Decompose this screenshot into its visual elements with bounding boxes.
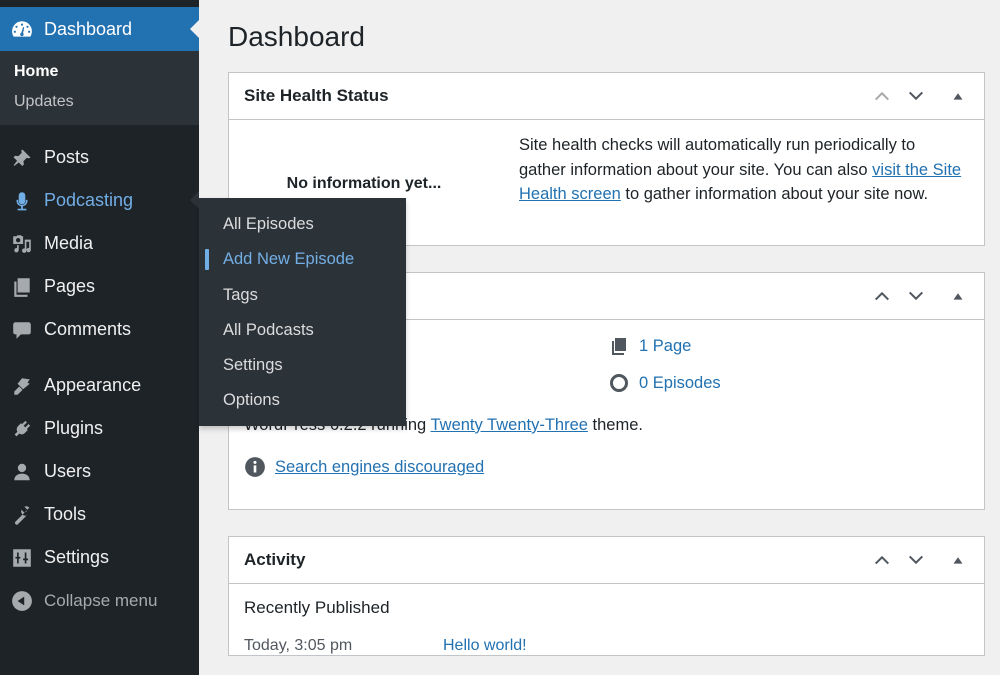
activity-item: Today, 3:05 pm Hello world! [244, 637, 969, 655]
episodes-count-link[interactable]: 0 Episodes [609, 373, 721, 393]
chevron-up-icon [874, 555, 890, 565]
sidebar-item-label: Users [44, 461, 92, 481]
sidebar-item-label: Settings [44, 547, 110, 567]
sidebar-item-label: Appearance [44, 375, 142, 395]
user-icon [10, 460, 34, 484]
collapse-menu-label: Collapse menu [44, 590, 158, 610]
widget-handles [871, 85, 969, 107]
sidebar-item-label: Media [44, 233, 94, 253]
move-up-button[interactable] [871, 85, 893, 107]
theme-suffix: theme. [587, 416, 643, 434]
sidebar-item-pages[interactable]: Pages [0, 265, 199, 308]
sidebar-item-label: Pages [44, 276, 96, 296]
chevron-up-icon [874, 291, 890, 301]
post-link[interactable]: Hello world! [443, 637, 527, 655]
episodes-count: 0 Episodes [639, 373, 721, 392]
dashboard-submenu: Home Updates [0, 51, 199, 125]
comment-bubble-icon [10, 318, 34, 342]
move-down-button[interactable] [905, 549, 927, 571]
plug-icon [10, 417, 34, 441]
move-up-button[interactable] [871, 285, 893, 307]
flyout-item-all-episodes[interactable]: All Episodes [199, 207, 406, 242]
flyout-item-tags[interactable]: Tags [199, 278, 406, 313]
chevron-down-icon [908, 291, 924, 301]
pushpin-icon [10, 146, 34, 170]
sidebar-item-label: Dashboard [44, 18, 133, 39]
caret-up-icon [953, 93, 963, 100]
toggle-panel-button[interactable] [947, 549, 969, 571]
caret-up-icon [953, 557, 963, 564]
sidebar-item-settings[interactable]: Settings [0, 536, 199, 579]
toggle-panel-button[interactable] [947, 285, 969, 307]
collapse-menu-button[interactable]: Collapse menu [0, 579, 199, 622]
sidebar-item-plugins[interactable]: Plugins [0, 407, 199, 450]
topbar-strip [0, 0, 199, 7]
chevron-up-icon [874, 91, 890, 101]
menu-separator [0, 125, 199, 136]
move-up-button[interactable] [871, 549, 893, 571]
flyout-item-add-new-episode[interactable]: Add New Episode [199, 242, 406, 277]
widget-handles [871, 285, 969, 307]
widget-handles [871, 549, 969, 571]
activity-widget: Activity Recently Published Today, 3:05 … [228, 536, 985, 656]
admin-sidebar: Dashboard Home Updates Posts Podcasting … [0, 0, 199, 675]
sidebar-item-posts[interactable]: Posts [0, 136, 199, 179]
pages-icon [10, 275, 34, 299]
microphone-icon [10, 189, 34, 213]
sidebar-item-media[interactable]: Media [0, 222, 199, 265]
sidebar-item-podcasting[interactable]: Podcasting [0, 179, 199, 222]
sidebar-item-comments[interactable]: Comments [0, 308, 199, 351]
move-down-button[interactable] [905, 85, 927, 107]
circle-outline-icon [610, 374, 628, 392]
sliders-icon [10, 546, 34, 570]
theme-link[interactable]: Twenty Twenty-Three [431, 416, 588, 434]
sidebar-item-label: Podcasting [44, 190, 134, 210]
sidebar-item-appearance[interactable]: Appearance [0, 364, 199, 407]
pages-count-link[interactable]: 1 Page [609, 336, 691, 356]
move-down-button[interactable] [905, 285, 927, 307]
submenu-home[interactable]: Home [0, 57, 199, 87]
widget-title: Site Health Status [244, 86, 389, 105]
widget-header: Activity [229, 537, 984, 584]
collapse-arrow-icon [10, 589, 34, 613]
widget-title: Activity [244, 550, 306, 569]
health-text-after: to gather information about your site no… [620, 185, 929, 203]
widget-header: Site Health Status [229, 73, 984, 120]
activity-date: Today, 3:05 pm [244, 637, 353, 654]
paintbrush-icon [10, 374, 34, 398]
info-icon [245, 457, 265, 477]
sidebar-item-label: Posts [44, 147, 90, 167]
dashboard-gauge-icon [10, 17, 34, 41]
flyout-item-settings[interactable]: Settings [199, 348, 406, 383]
toggle-panel-button[interactable] [947, 85, 969, 107]
sidebar-item-label: Plugins [44, 418, 104, 438]
flyout-item-all-podcasts[interactable]: All Podcasts [199, 313, 406, 348]
menu-separator [0, 351, 199, 364]
search-engines-discouraged-link[interactable]: Search engines discouraged [275, 458, 484, 477]
sidebar-item-label: Tools [44, 504, 87, 524]
search-engines-warning: Search engines discouraged [244, 456, 484, 478]
flyout-item-options[interactable]: Options [199, 383, 406, 418]
sidebar-item-tools[interactable]: Tools [0, 493, 199, 536]
media-camera-music-icon [10, 232, 34, 256]
submenu-updates[interactable]: Updates [0, 87, 199, 117]
wrench-icon [10, 503, 34, 527]
sidebar-item-label: Comments [44, 319, 132, 339]
chevron-down-icon [908, 555, 924, 565]
sidebar-item-dashboard[interactable]: Dashboard [0, 7, 199, 51]
podcasting-flyout-menu: All Episodes Add New Episode Tags All Po… [199, 198, 406, 426]
pages-icon [612, 338, 626, 355]
widget-body: Recently Published Today, 3:05 pm Hello … [229, 598, 984, 655]
caret-up-icon [953, 293, 963, 300]
health-description: Site health checks will automatically ru… [499, 120, 984, 245]
health-status-text: No information yet... [286, 174, 442, 192]
health-text-before: Site health checks will automatically ru… [519, 136, 916, 179]
chevron-down-icon [908, 91, 924, 101]
pages-count: 1 Page [639, 336, 692, 355]
recently-published-heading: Recently Published [244, 598, 390, 617]
page-title: Dashboard [228, 21, 365, 52]
sidebar-item-users[interactable]: Users [0, 450, 199, 493]
